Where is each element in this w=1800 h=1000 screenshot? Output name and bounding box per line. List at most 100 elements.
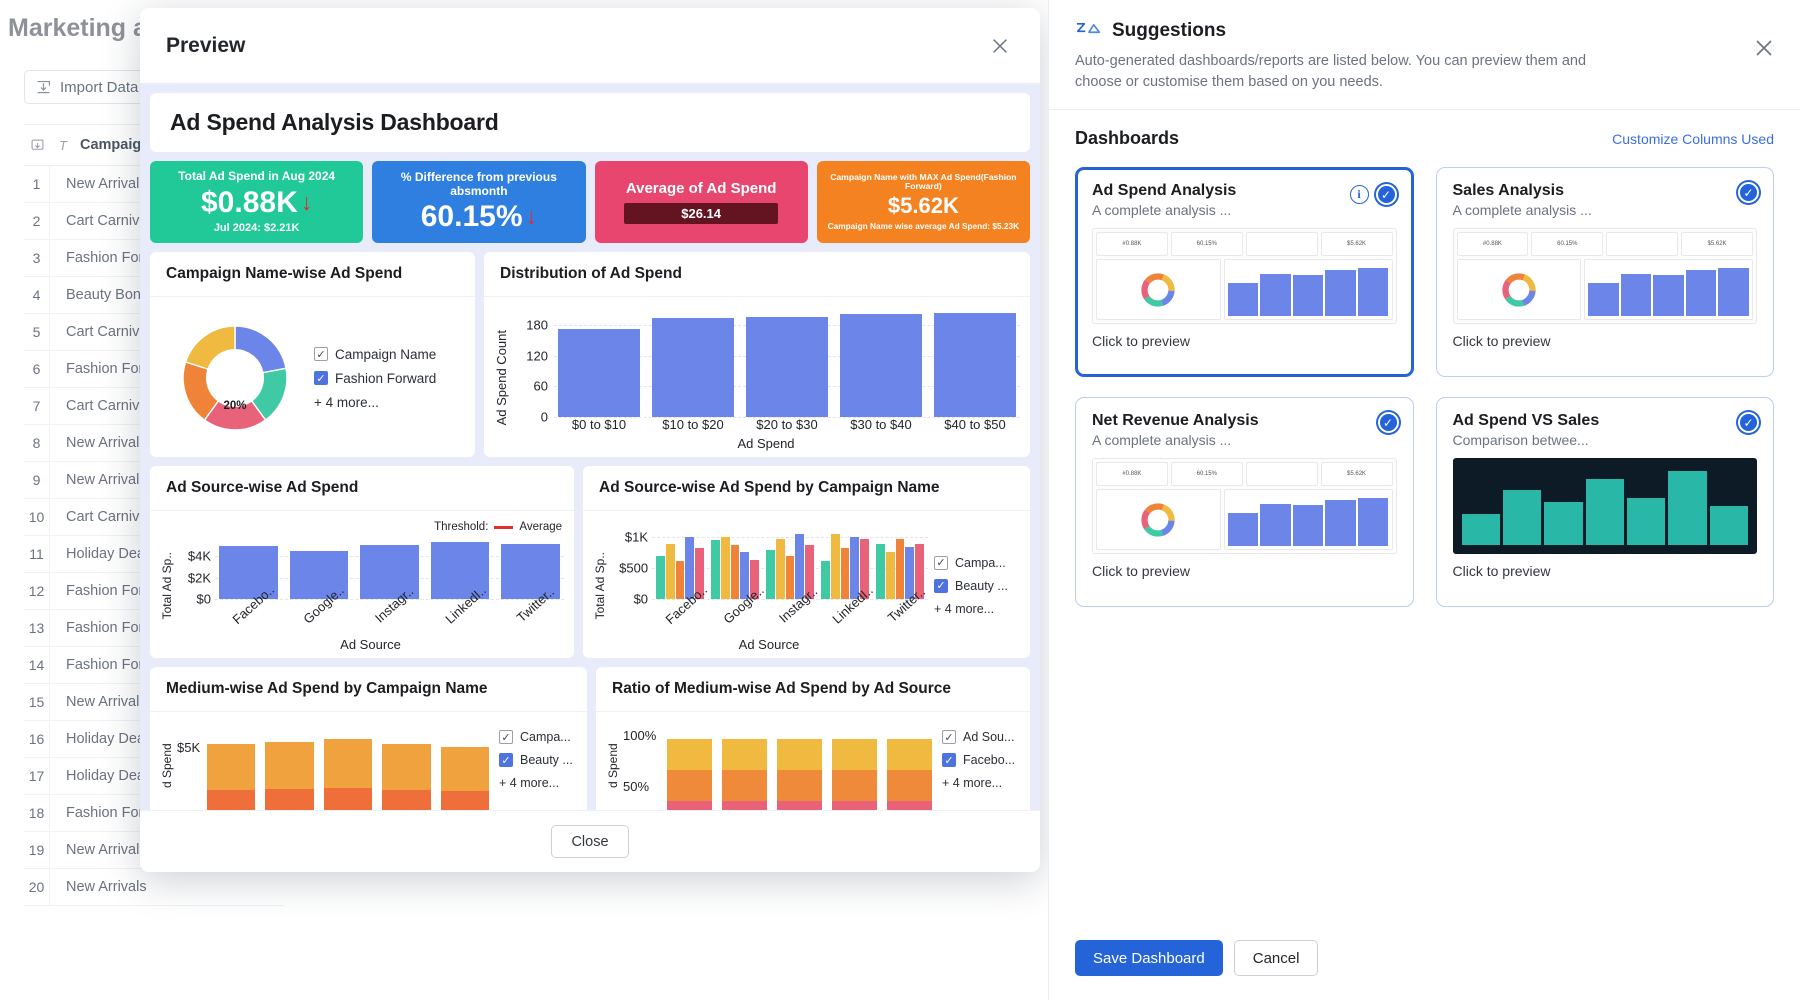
legend-more[interactable]: + 4 more... [934,602,1020,616]
bar-segment[interactable] [441,747,489,792]
bar-segment[interactable] [887,801,932,810]
bar[interactable] [652,318,734,417]
bar-segment[interactable] [382,790,430,810]
legend-item-header[interactable]: ✓ Campa... [934,556,1020,570]
checkbox-icon[interactable]: ✓ [942,730,956,744]
bar[interactable] [886,552,895,599]
legend-item-header[interactable]: ✓ Ad Sou... [942,730,1020,744]
kpi-card-percent-difference[interactable]: % Difference from previous absmonth 60.1… [372,161,585,243]
cell-campaign-name[interactable]: Cart Carnival [50,213,151,229]
legend-item[interactable]: ✓ Beauty ... [934,579,1020,593]
cell-campaign-name[interactable]: New Arrivals [50,879,147,895]
kpi-card-max-ad-spend[interactable]: Campaign Name with MAX Ad Spend(Fashion … [817,161,1030,243]
checkbox-icon[interactable]: ✓ [314,371,328,385]
bar[interactable] [896,539,905,599]
legend-more[interactable]: + 4 more... [499,776,577,790]
stacked-bar[interactable] [887,739,932,810]
stacked-bar[interactable] [777,739,822,810]
bar-segment[interactable] [887,770,932,801]
chart-ad-source-wise-ad-spend-by-campaign-name[interactable]: Ad Source-wise Ad Spend by Campaign Name… [583,466,1030,658]
bar-segment[interactable] [777,801,822,810]
cell-campaign-name[interactable]: Cart Carnival [50,324,151,340]
bar-segment[interactable] [382,744,430,791]
checkbox-icon[interactable]: ✓ [942,753,956,767]
cell-campaign-name[interactable]: New Arrivals [50,435,147,451]
checkbox-icon[interactable]: ✓ [314,347,328,361]
dashboard-card-footer[interactable]: Click to preview [1092,333,1397,349]
check-circle-icon[interactable]: ✓ [1376,184,1397,205]
bar[interactable] [821,561,830,599]
bar-segment[interactable] [777,739,822,770]
bar-segment[interactable] [667,739,712,770]
bar[interactable] [831,534,840,599]
dashboard-card[interactable]: Ad Spend VS SalesComparison betwee...✓Cl… [1436,397,1775,607]
bar[interactable] [776,539,785,599]
bar[interactable] [558,329,640,417]
save-dashboard-button[interactable]: Save Dashboard [1075,940,1223,976]
stacked-bar[interactable] [667,739,712,810]
chart-campaign-name-wise-ad-spend[interactable]: Campaign Name-wise Ad Spend 20% [150,252,475,457]
bar[interactable] [666,544,675,600]
check-circle-icon[interactable]: ✓ [1378,412,1399,433]
bar-segment[interactable] [887,739,932,770]
check-circle-icon[interactable]: ✓ [1738,182,1759,203]
legend-item-header[interactable]: ✓ Campa... [499,730,577,744]
bar-segment[interactable] [832,770,877,801]
bar[interactable] [876,544,885,600]
bar-segment[interactable] [777,770,822,801]
legend-item[interactable]: ✓ Fashion Forward [314,371,436,386]
bar-segment[interactable] [324,739,372,788]
cell-campaign-name[interactable]: New Arrivals [50,694,147,710]
cancel-button[interactable]: Cancel [1234,940,1319,976]
dashboard-card[interactable]: Sales AnalysisA complete analysis ...✓#0… [1436,167,1775,377]
chart-medium-wise-ad-spend-by-campaign-name[interactable]: Medium-wise Ad Spend by Campaign Name d … [150,667,587,810]
checkbox-icon[interactable]: ✓ [934,556,948,570]
bar[interactable] [934,313,1016,417]
bar[interactable] [840,314,922,417]
bar-segment[interactable] [265,742,313,789]
info-icon[interactable]: i [1350,185,1369,204]
dashboard-card-footer[interactable]: Click to preview [1453,333,1758,349]
checkbox-icon[interactable]: ✓ [499,730,513,744]
bar-segment[interactable] [832,739,877,770]
cell-campaign-name[interactable]: Cart Carnival [50,398,151,414]
stacked-bar[interactable] [265,742,313,810]
stacked-bar[interactable] [441,747,489,810]
cell-campaign-name[interactable]: Cart Carnival [50,509,151,525]
checkbox-icon[interactable]: ✓ [934,579,948,593]
bar-segment[interactable] [324,788,372,810]
dashboard-card-footer[interactable]: Click to preview [1453,563,1758,579]
close-icon[interactable] [1752,36,1778,62]
bar[interactable] [746,317,828,417]
bar[interactable] [731,545,740,599]
stacked-bar[interactable] [324,739,372,810]
bar[interactable] [786,556,795,599]
stacked-bar[interactable] [382,744,430,811]
chart-ratio-of-medium-wise-ad-spend-by-ad-source[interactable]: Ratio of Medium-wise Ad Spend by Ad Sour… [596,667,1030,810]
close-icon[interactable] [986,32,1014,60]
bar-segment[interactable] [722,770,767,801]
bar-segment[interactable] [832,801,877,810]
dashboard-card-footer[interactable]: Click to preview [1092,563,1397,579]
legend-more[interactable]: + 4 more... [942,776,1020,790]
cell-campaign-name[interactable]: New Arrivals [50,842,147,858]
legend-more[interactable]: + 4 more... [314,395,436,410]
bar[interactable] [841,548,850,599]
chart-ad-source-wise-ad-spend[interactable]: Ad Source-wise Ad Spend Threshold: Avera… [150,466,574,658]
bar-segment[interactable] [722,739,767,770]
bar[interactable] [766,550,775,599]
bar-segment[interactable] [207,744,255,791]
bar[interactable] [656,556,665,599]
bar-segment[interactable] [207,790,255,810]
kpi-card-total-ad-spend[interactable]: Total Ad Spend in Aug 2024 $0.88K ↓ Jul … [150,161,363,243]
legend-item-header[interactable]: ✓ Campaign Name [314,347,436,362]
stacked-bar[interactable] [832,739,877,810]
cell-campaign-name[interactable]: New Arrivals [50,176,147,192]
stacked-bar[interactable] [207,744,255,811]
bar-segment[interactable] [667,801,712,810]
bar[interactable] [711,540,720,599]
dashboard-card[interactable]: Net Revenue AnalysisA complete analysis … [1075,397,1414,607]
cell-campaign-name[interactable]: New Arrivals [50,472,147,488]
checkbox-icon[interactable]: ✓ [499,753,513,767]
legend-item[interactable]: ✓ Beauty ... [499,753,577,767]
